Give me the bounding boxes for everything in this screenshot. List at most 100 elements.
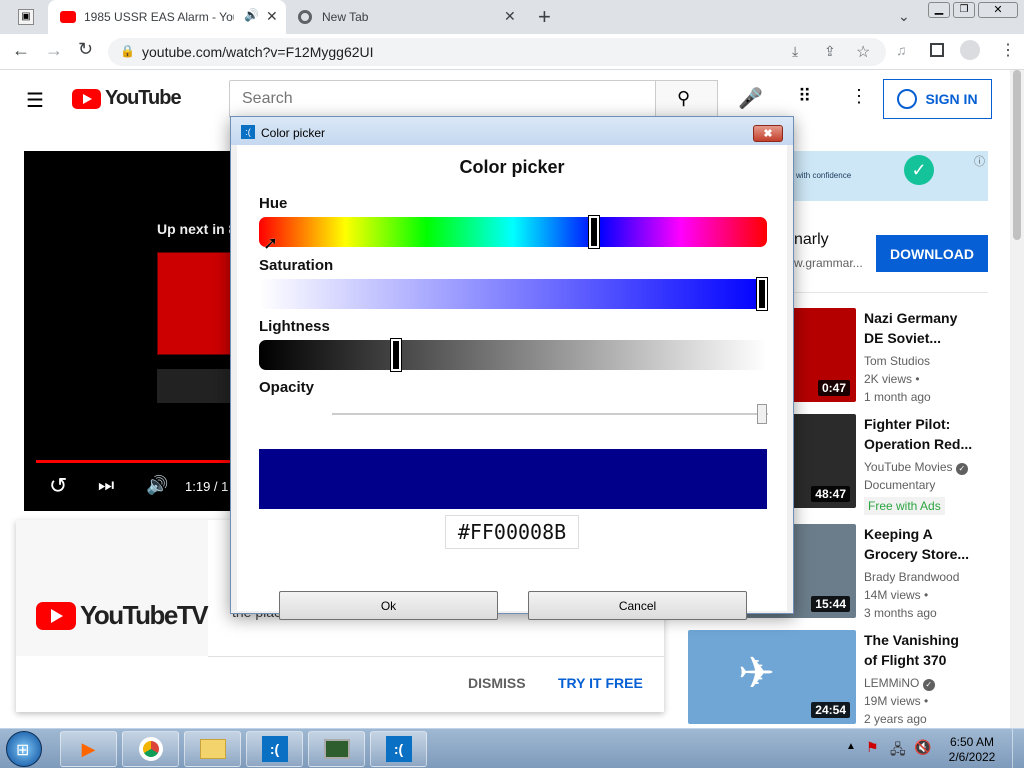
saturation-slider-handle[interactable] (756, 277, 768, 311)
back-arrow-icon[interactable]: ← (12, 40, 30, 61)
up-next-cancel-button[interactable] (157, 369, 237, 403)
address-bar[interactable]: 🔒 youtube.com/watch?v=F12Mygg62UI ⤓ ⇪ ☆ (108, 38, 886, 66)
sidebar-video-thumbnail[interactable]: ✈ 24:54 (688, 630, 856, 724)
sidebar-video-title[interactable]: Fighter Pilot: Operation Red... (864, 414, 984, 454)
share-icon[interactable]: ⇪ (824, 43, 836, 60)
taskbar-chrome[interactable] (122, 731, 179, 767)
ad-banner[interactable]: with confidence ✓ ⓘ (794, 151, 988, 201)
page-scrollbar[interactable] (1010, 70, 1024, 728)
settings-dots-icon[interactable]: ⋮ (850, 86, 868, 107)
tab-search-chevron-icon[interactable]: ⌄ (898, 8, 910, 25)
sidebar-video-title[interactable]: Keeping A Grocery Store... (864, 524, 984, 564)
close-icon: ✖ (763, 128, 773, 140)
browser-menu-icon[interactable]: ⋮ (1000, 40, 1016, 60)
tab-youtube[interactable]: 1985 USSR EAS Alarm - YouT 🔊 ✕ (48, 0, 286, 34)
microphone-icon[interactable]: 🎤 (738, 86, 763, 111)
start-button[interactable]: ⊞ (6, 731, 42, 767)
speaker-icon[interactable]: 🔊 (244, 8, 259, 22)
account-circle-icon (897, 89, 918, 109)
show-desktop-button[interactable] (1012, 729, 1024, 769)
channel-label: YouTube Movies (864, 460, 953, 474)
download-button[interactable]: DOWNLOAD (876, 235, 988, 272)
video-duration: 48:47 (811, 486, 850, 502)
show-hidden-icons-icon[interactable]: ▲ (846, 741, 856, 752)
replay-icon[interactable]: ↺ (49, 473, 67, 499)
opacity-slider[interactable] (332, 413, 768, 415)
channel-name[interactable]: YouTube Movies ✓ (864, 458, 968, 476)
taskbar-explorer[interactable] (184, 731, 241, 767)
lightness-slider[interactable] (259, 338, 767, 372)
channel-name[interactable]: Tom Studios (864, 352, 930, 370)
restore-icon[interactable]: ❐ (953, 2, 975, 18)
youtube-logo[interactable]: YouTube (72, 87, 182, 110)
ad-subtitle: w.grammar... (794, 256, 863, 270)
search-button[interactable]: ⚲ (655, 80, 718, 118)
search-input[interactable] (230, 81, 655, 117)
profile-avatar-icon[interactable] (960, 40, 980, 60)
sidebar-video-title[interactable]: Nazi Germany DE Soviet... (864, 308, 984, 348)
saturation-slider[interactable] (259, 277, 768, 311)
title-line-2: Grocery Store... (864, 546, 970, 562)
minimize-icon[interactable]: ▁ (928, 2, 950, 18)
media-control-icon[interactable]: ♫ (896, 42, 907, 58)
hue-slider-handle[interactable] (588, 215, 601, 249)
apps-grid-icon[interactable]: ⠿ (798, 86, 811, 107)
close-window-icon[interactable]: ✕ (978, 2, 1018, 18)
verified-check-icon: ✓ (922, 679, 935, 691)
sign-in-button[interactable]: SIGN IN (883, 79, 992, 119)
taskbar-app-sad-face-2[interactable]: :( (370, 731, 427, 767)
windows-taskbar: ⊞ ▶ :( :( ▲ ⚑ 🖧 🔇 6:50 AM 2/6/2022 (0, 728, 1024, 769)
reload-icon[interactable]: ↻ (78, 39, 93, 60)
side-panel-icon[interactable] (930, 43, 944, 57)
window-menu-icon[interactable]: ▣ (18, 9, 34, 25)
dialog-titlebar[interactable]: :( Color picker ✖ (231, 117, 793, 145)
network-icon[interactable]: 🖧 (890, 739, 906, 763)
volume-muted-icon[interactable]: 🔇 (914, 739, 931, 756)
action-center-flag-icon[interactable]: ⚑ (866, 739, 879, 756)
ok-button[interactable]: Ok (279, 591, 498, 620)
next-icon[interactable]: ⏭ (98, 475, 114, 496)
channel-name[interactable]: LEMMiNO ✓ (864, 674, 935, 692)
hex-value-field[interactable] (445, 515, 579, 549)
clock-time: 6:50 AM (949, 735, 995, 749)
hue-slider[interactable] (259, 215, 767, 249)
cancel-button[interactable]: Cancel (528, 591, 747, 620)
youtube-tv-wordmark: YouTubeTV (80, 600, 209, 630)
title-line-1: The Vanishing (864, 632, 959, 648)
opacity-slider-thumb[interactable] (757, 404, 767, 424)
ad-banner-text: with confidence (796, 171, 852, 180)
opacity-label: Opacity (259, 379, 315, 396)
lightness-slider-handle[interactable] (390, 338, 403, 372)
dialog-close-button[interactable]: ✖ (753, 125, 783, 142)
url-text: youtube.com/watch?v=F12Mygg62UI (142, 44, 374, 60)
scrollbar-thumb[interactable] (1013, 70, 1021, 240)
system-clock[interactable]: 6:50 AM 2/6/2022 (940, 735, 1004, 765)
tab-title: New Tab (322, 10, 369, 24)
sidebar-video-title[interactable]: The Vanishing of Flight 370 (864, 630, 984, 670)
volume-icon[interactable]: 🔊 (146, 475, 168, 496)
title-line-1: Nazi Germany (864, 310, 958, 326)
channel-name[interactable]: Brady Brandwood (864, 568, 959, 586)
youtube-wordmark: YouTube (105, 87, 182, 109)
lock-icon: 🔒 (120, 44, 135, 58)
taskbar-media-player[interactable]: ▶ (60, 731, 117, 767)
tab-new-tab[interactable]: New Tab ✕ (290, 0, 526, 34)
bookmark-star-icon[interactable]: ☆ (856, 42, 870, 62)
new-tab-plus-icon[interactable]: + (538, 4, 551, 30)
install-icon[interactable]: ⤓ (792, 43, 798, 60)
try-it-free-button[interactable]: TRY IT FREE (558, 675, 643, 691)
close-tab-icon[interactable]: ✕ (504, 8, 516, 25)
ad-info-icon[interactable]: ⓘ (974, 153, 985, 169)
dialog-body: Color picker Hue Saturation Lightness Op… (237, 145, 787, 620)
up-next-thumbnail[interactable] (157, 252, 237, 355)
taskbar-task-manager[interactable] (308, 731, 365, 767)
close-tab-icon[interactable]: ✕ (266, 8, 278, 25)
category: Documentary (864, 478, 936, 492)
search-field[interactable] (229, 80, 656, 118)
video-duration: 24:54 (811, 702, 850, 718)
forward-arrow-icon[interactable]: → (45, 40, 63, 61)
dismiss-button[interactable]: DISMISS (468, 675, 526, 691)
hamburger-menu-icon[interactable]: ☰ (26, 88, 44, 113)
taskbar-app-sad-face[interactable]: :( (246, 731, 303, 767)
video-duration: 0:47 (817, 380, 850, 396)
